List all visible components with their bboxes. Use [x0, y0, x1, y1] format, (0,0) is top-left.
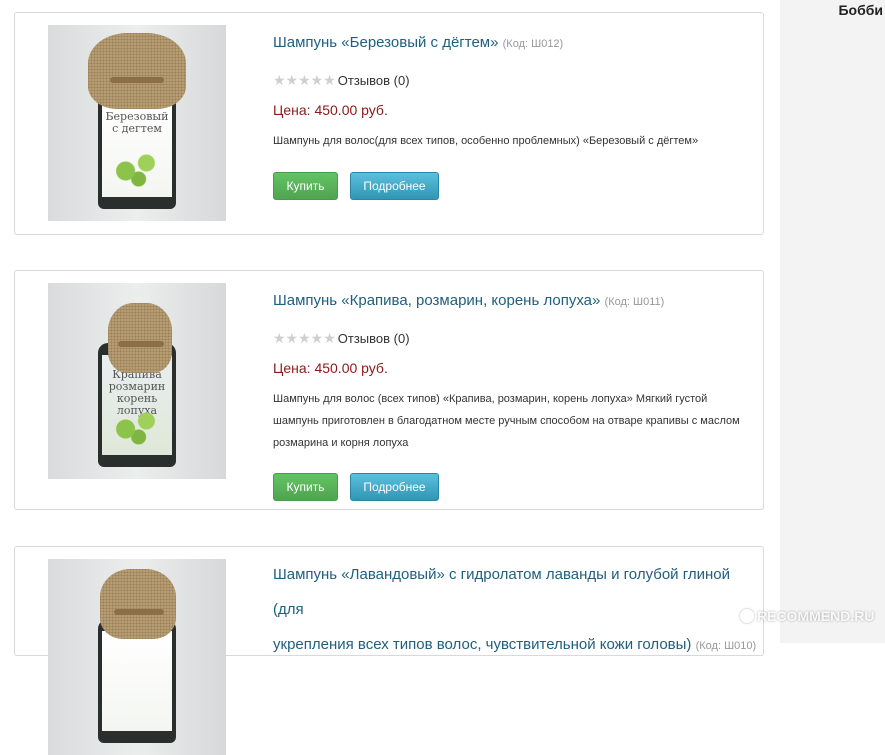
star-rating-icon[interactable]: ★★★★★ [273, 330, 336, 346]
product-code: (Код: Ш012) [502, 38, 564, 50]
leaves-graphic [110, 405, 162, 445]
product-title-link-continued: укрепления всех типов волос, чувствитель… [273, 627, 761, 664]
description-line: шампунь приготовлен в благодатном месте … [273, 415, 740, 427]
watermark: RECOMMEND.RU [740, 608, 874, 624]
star-rating-icon[interactable]: ★★★★★ [273, 72, 336, 88]
product-code: (Код: Ш010) [695, 640, 757, 652]
rating-row: ★★★★★ Отзывов (0) [273, 71, 410, 89]
description-line: Шампунь для волос (всех типов) «Крапива,… [273, 393, 708, 405]
product-title-row: Шампунь «Крапива, розмарин, корень лопух… [273, 283, 761, 320]
details-button[interactable]: Подробнее [350, 172, 439, 200]
product-title-row: Шампунь «Лавандовый» с гидролатом лаванд… [273, 557, 761, 664]
user-name[interactable]: Бобби [838, 2, 883, 18]
burlap-cap [88, 33, 186, 109]
product-card: Крапиварозмаринкореньлопуха Шампунь «Кра… [14, 270, 764, 510]
leaves-graphic [110, 147, 162, 187]
description-line: розмарина и корня лопуха [273, 437, 409, 449]
burlap-cap [108, 303, 172, 373]
product-card: Шампунь «Лавандовый» с гидролатом лаванд… [14, 546, 764, 755]
product-title-link[interactable]: Шампунь «Крапива, розмарин, корень лопух… [273, 292, 600, 309]
right-sidebar: Бобби [780, 0, 885, 643]
bottle-label [102, 631, 172, 731]
product-description: Шампунь для волос(для всех типов, особен… [273, 130, 753, 152]
product-code: (Код: Ш011) [604, 296, 665, 308]
watermark-text: RECOMMEND.RU [757, 608, 875, 624]
details-button[interactable]: Подробнее [350, 473, 439, 501]
reviews-link[interactable]: Отзывов (0) [338, 73, 410, 88]
reviews-link[interactable]: Отзывов (0) [338, 331, 410, 346]
product-image[interactable]: Крапиварозмаринкореньлопуха [48, 283, 226, 479]
recommend-logo-icon [740, 609, 754, 623]
product-title-row: Шампунь «Березовый с дёгтем» (Код: Ш012) [273, 25, 761, 62]
product-title-link[interactable]: Шампунь «Березовый с дёгтем» [273, 34, 498, 51]
product-price: Цена: 450.00 руб. [273, 102, 388, 118]
buy-button[interactable]: Купить [273, 172, 338, 200]
buy-button[interactable]: Купить [273, 473, 338, 501]
bottle-label: Березовый с дегтем [102, 97, 172, 197]
product-title-link[interactable]: укрепления всех типов волос, чувствитель… [273, 636, 691, 653]
product-image[interactable]: Березовый с дегтем [48, 25, 226, 221]
burlap-cap [100, 569, 176, 639]
twine [114, 609, 164, 615]
product-card: Березовый с дегтем Шампунь «Березовый с д… [14, 12, 764, 235]
description-line: Шампунь для волос(для всех типов, особен… [273, 135, 699, 147]
product-image[interactable] [48, 559, 226, 755]
product-description: Шампунь для волос (всех типов) «Крапива,… [273, 388, 753, 454]
rating-row: ★★★★★ Отзывов (0) [273, 329, 410, 347]
twine [110, 77, 164, 83]
twine [118, 341, 164, 347]
product-price: Цена: 450.00 руб. [273, 360, 388, 376]
bottle-label-text: Березовый с дегтем [105, 110, 169, 135]
product-title-link[interactable]: Шампунь «Лавандовый» с гидролатом лаванд… [273, 557, 761, 627]
